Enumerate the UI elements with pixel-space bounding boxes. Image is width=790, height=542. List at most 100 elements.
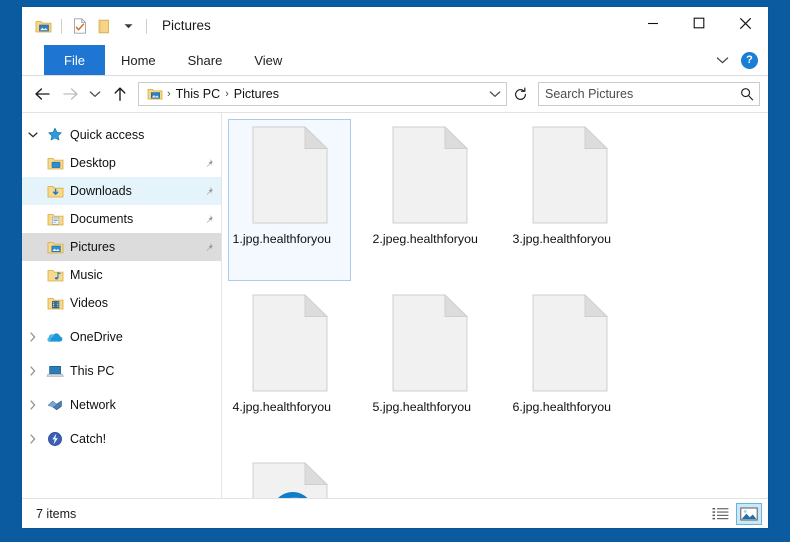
large-icons-view-button[interactable]: [736, 502, 762, 525]
sidebar-item-music[interactable]: Music: [22, 261, 221, 289]
chevron-right-icon[interactable]: [22, 400, 44, 410]
file-explorer-window: Pictures File Home Share View ? › This P…: [22, 7, 768, 528]
navigation-pane[interactable]: Quick access Desktop Downloads Documents…: [22, 113, 222, 498]
expand-ribbon-chevron-icon[interactable]: [711, 49, 733, 71]
forward-button[interactable]: [56, 80, 84, 108]
help-button[interactable]: ?: [741, 51, 758, 69]
edge-html-file-icon: [252, 462, 328, 498]
search-box[interactable]: [538, 82, 760, 106]
qat-separator: [61, 18, 62, 34]
properties-icon[interactable]: [69, 15, 91, 37]
sidebar-item-label: Desktop: [70, 156, 116, 170]
back-button[interactable]: [28, 80, 56, 108]
downloads-folder-icon: [44, 184, 66, 199]
maximize-button[interactable]: [676, 7, 722, 39]
tab-home[interactable]: Home: [105, 45, 172, 75]
sidebar-item-label: Catch!: [70, 432, 107, 446]
breadcrumb-pictures-icon[interactable]: [144, 87, 166, 101]
desktop-folder-icon: [44, 156, 66, 171]
sidebar-item-label: Music: [70, 268, 103, 282]
sidebar-item-catch[interactable]: Catch!: [22, 425, 221, 453]
address-bar[interactable]: › This PC › Pictures: [138, 82, 507, 106]
sidebar-item-downloads[interactable]: Downloads: [22, 177, 221, 205]
chevron-down-icon[interactable]: [22, 131, 44, 139]
pin-icon[interactable]: [199, 214, 217, 225]
sidebar-item-label: Documents: [70, 212, 134, 226]
file-item[interactable]: how_to_back_files.html: [228, 455, 351, 498]
sidebar-item-label: Pictures: [70, 240, 116, 254]
file-grid: 1.jpg.healthforyou 2.jpeg.healthforyou 3…: [228, 119, 768, 498]
generic-file-icon: [532, 294, 608, 392]
pictures-folder-icon: [44, 240, 66, 255]
qat-separator-2: [146, 18, 147, 34]
up-button[interactable]: [106, 80, 134, 108]
recent-locations-chevron-icon[interactable]: [84, 80, 106, 108]
sidebar-item-onedrive[interactable]: OneDrive: [22, 323, 221, 351]
tab-share[interactable]: Share: [172, 45, 239, 75]
videos-folder-icon: [44, 296, 66, 311]
pin-icon[interactable]: [199, 158, 217, 169]
file-item[interactable]: 5.jpg.healthforyou: [368, 287, 491, 449]
sidebar-item-quick-access[interactable]: Quick access: [22, 121, 221, 149]
breadcrumb-this-pc[interactable]: This PC: [172, 87, 224, 101]
explorer-body: Quick access Desktop Downloads Documents…: [22, 112, 768, 498]
sidebar-item-network[interactable]: Network: [22, 391, 221, 419]
sidebar-item-this-pc[interactable]: This PC: [22, 357, 221, 385]
generic-file-icon: [392, 294, 468, 392]
sidebar-item-label: Downloads: [70, 184, 132, 198]
ribbon-right-controls: ?: [711, 45, 762, 75]
generic-file-icon: [252, 294, 328, 392]
refresh-button[interactable]: [508, 82, 532, 106]
minimize-button[interactable]: [630, 7, 676, 39]
pin-icon[interactable]: [199, 186, 217, 197]
sidebar-item-label: This PC: [70, 364, 115, 378]
close-button[interactable]: [722, 7, 768, 39]
tab-view[interactable]: View: [238, 45, 298, 75]
file-item[interactable]: 2.jpeg.healthforyou: [368, 119, 491, 281]
documents-folder-icon: [44, 212, 66, 227]
breadcrumb: › This PC › Pictures: [144, 87, 486, 101]
caption-buttons: [630, 7, 768, 39]
file-item[interactable]: 3.jpg.healthforyou: [508, 119, 631, 281]
breadcrumb-pictures[interactable]: Pictures: [230, 87, 283, 101]
search-input[interactable]: [539, 87, 735, 101]
chevron-right-icon[interactable]: [22, 434, 44, 444]
file-item[interactable]: 4.jpg.healthforyou: [228, 287, 351, 449]
chevron-right-icon[interactable]: [22, 332, 44, 342]
properties-pictures-icon[interactable]: [32, 15, 54, 37]
status-bar: 7 items: [22, 498, 768, 528]
file-name: 5.jpg.healthforyou: [372, 400, 472, 414]
generic-file-icon: [532, 126, 608, 224]
pin-icon[interactable]: [199, 242, 217, 253]
address-dropdown-chevron-icon[interactable]: [486, 90, 504, 99]
search-icon[interactable]: [735, 87, 759, 101]
sidebar-item-desktop[interactable]: Desktop: [22, 149, 221, 177]
sidebar-item-videos[interactable]: Videos: [22, 289, 221, 317]
file-name: 6.jpg.healthforyou: [512, 400, 612, 414]
tab-file[interactable]: File: [44, 45, 105, 75]
file-name: 4.jpg.healthforyou: [232, 400, 332, 414]
file-name: 2.jpeg.healthforyou: [372, 232, 478, 246]
customize-qat-chevron-icon[interactable]: [117, 15, 139, 37]
sidebar-item-label: Videos: [70, 296, 108, 310]
new-folder-icon[interactable]: [93, 15, 115, 37]
file-item[interactable]: 6.jpg.healthforyou: [508, 287, 631, 449]
ribbon-tab-bar: File Home Share View ?: [22, 45, 768, 75]
sidebar-item-label: Quick access: [70, 128, 145, 142]
file-name: 3.jpg.healthforyou: [512, 232, 612, 246]
chevron-right-icon[interactable]: [22, 366, 44, 376]
view-buttons: [707, 502, 762, 525]
onedrive-cloud-icon: [44, 331, 66, 344]
file-name: 1.jpg.healthforyou: [232, 232, 332, 246]
quick-access-toolbar: [22, 15, 152, 37]
sidebar-item-pictures[interactable]: Pictures: [22, 233, 221, 261]
star-icon: [44, 127, 66, 143]
file-item[interactable]: 1.jpg.healthforyou: [228, 119, 351, 281]
file-list-view[interactable]: 1.jpg.healthforyou 2.jpeg.healthforyou 3…: [222, 113, 768, 498]
sidebar-item-label: Network: [70, 398, 116, 412]
catch-icon: [44, 431, 66, 447]
sidebar-item-label: OneDrive: [70, 330, 123, 344]
sidebar-item-documents[interactable]: Documents: [22, 205, 221, 233]
details-view-button[interactable]: [707, 503, 733, 525]
generic-file-icon: [252, 126, 328, 224]
